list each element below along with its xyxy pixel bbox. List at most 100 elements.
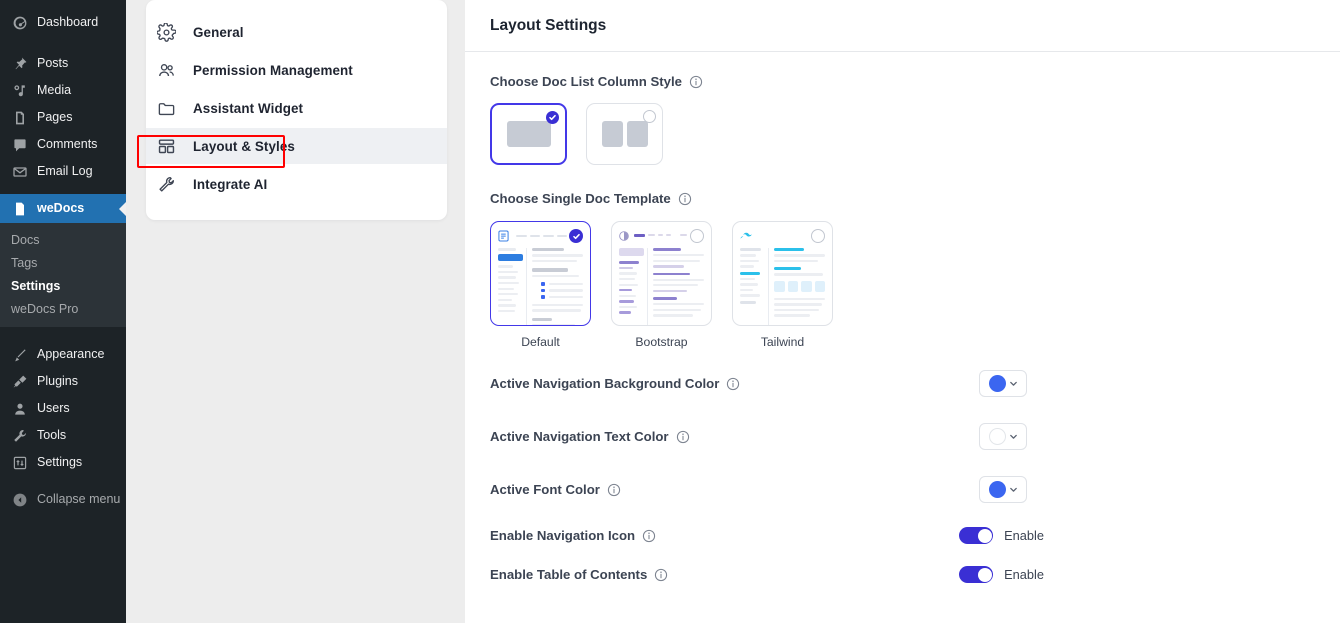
sidebar-item-label: Email Log — [37, 164, 93, 179]
submenu-item-docs[interactable]: Docs — [0, 228, 126, 251]
single-doc-template-options: Default Bootstrap Tailwind — [490, 221, 1340, 349]
sidebar-item-label: Appearance — [37, 347, 105, 362]
panel-header: Layout Settings — [465, 0, 1340, 52]
sidebar-item-integrate-ai[interactable]: Integrate AI — [146, 166, 447, 202]
sidebar-item-label: Plugins — [37, 374, 78, 389]
settings-icon — [11, 454, 28, 471]
toggle-state-label: Enable — [1004, 567, 1044, 582]
active-nav-text-color-label: Active Navigation Text Color — [490, 429, 979, 444]
appearance-icon — [11, 346, 28, 363]
admin-page: Dashboard Posts Media Pages Comments Ema… — [0, 0, 1340, 623]
template-name: Default — [521, 335, 560, 349]
doc-list-column-style-options — [490, 103, 1340, 165]
field-label-text: Enable Table of Contents — [490, 567, 648, 582]
media-icon — [11, 82, 28, 99]
column-style-option-double[interactable] — [586, 103, 663, 165]
dashboard-icon — [11, 14, 28, 31]
single-doc-template-label: Choose Single Doc Template — [490, 191, 1340, 206]
sidebar-item-label: Collapse menu — [37, 492, 121, 507]
submenu-label: weDocs Pro — [11, 301, 79, 316]
submenu-item-tags[interactable]: Tags — [0, 251, 126, 274]
folder-icon — [157, 99, 176, 118]
enable-navigation-icon-row: Enable Navigation Icon Enable — [490, 516, 1340, 555]
layout-settings-panel: Layout Settings Choose Doc List Column S… — [465, 0, 1340, 623]
sidebar-item-email-log[interactable]: Email Log — [0, 158, 126, 185]
enable-navigation-icon-toggle[interactable] — [959, 527, 994, 544]
sidebar-item-posts[interactable]: Posts — [0, 50, 126, 77]
sidebar-item-general[interactable]: General — [146, 14, 447, 50]
chevron-down-icon — [1009, 381, 1017, 386]
info-icon[interactable] — [607, 483, 621, 497]
selected-check-icon — [546, 111, 559, 124]
field-label-text: Enable Navigation Icon — [490, 528, 636, 543]
comments-icon — [11, 136, 28, 153]
doc-list-column-style-label: Choose Doc List Column Style — [490, 74, 1340, 89]
active-nav-text-color-row: Active Navigation Text Color — [490, 410, 1340, 463]
sidebar-item-label: Media — [37, 83, 72, 98]
info-icon[interactable] — [726, 377, 740, 391]
sidebar-item-label: Settings — [37, 455, 83, 470]
submenu-label: Tags — [11, 255, 38, 270]
wedocs-submenu: Docs Tags Settings weDocs Pro — [0, 223, 126, 327]
field-label-text: Choose Single Doc Template — [490, 191, 671, 206]
submenu-label: Docs — [11, 232, 40, 247]
enable-navigation-icon-control: Enable — [959, 527, 1044, 544]
sidebar-item-layout-and-styles[interactable]: Layout & Styles — [146, 128, 447, 164]
sidebar-item-label: Layout & Styles — [193, 138, 295, 154]
sidebar-item-dashboard[interactable]: Dashboard — [0, 9, 126, 36]
sidebar-item-label: Integrate AI — [193, 176, 268, 192]
chevron-down-icon — [1009, 487, 1017, 492]
active-nav-text-color-picker[interactable] — [979, 423, 1027, 450]
pin-icon — [11, 55, 28, 72]
page-title: Layout Settings — [490, 16, 607, 34]
sidebar-item-assistant-widget[interactable]: Assistant Widget — [146, 90, 447, 126]
sidebar-item-label: Assistant Widget — [193, 100, 304, 116]
template-option-default[interactable]: Default — [490, 221, 591, 349]
info-icon[interactable] — [678, 192, 692, 206]
template-name: Bootstrap — [635, 335, 688, 349]
submenu-item-settings[interactable]: Settings — [0, 274, 126, 297]
sidebar-item-tools[interactable]: Tools — [0, 422, 126, 449]
sidebar-item-label: Tools — [37, 428, 67, 443]
settings-nav-column: General Permission Management Assistant … — [126, 0, 465, 623]
field-label-text: Active Navigation Text Color — [490, 429, 669, 444]
toggle-knob — [977, 528, 992, 543]
sidebar-item-collapse-menu[interactable]: Collapse menu — [0, 486, 126, 513]
template-preview-tailwind — [732, 221, 833, 326]
column-style-option-single[interactable] — [490, 103, 567, 165]
template-option-bootstrap[interactable]: Bootstrap — [611, 221, 712, 349]
sidebar-item-wedocs[interactable]: weDocs — [0, 194, 126, 223]
enable-table-of-contents-row: Enable Table of Contents Enable — [490, 555, 1340, 594]
template-name: Tailwind — [760, 335, 805, 349]
toggle-knob — [977, 567, 992, 582]
active-nav-background-color-label: Active Navigation Background Color — [490, 376, 979, 391]
two-column-preview-right — [626, 121, 648, 147]
chevron-down-icon — [1009, 434, 1017, 439]
enable-table-of-contents-toggle[interactable] — [959, 566, 994, 583]
sidebar-item-label: Comments — [37, 137, 98, 152]
sidebar-item-settings[interactable]: Settings — [0, 449, 126, 476]
sidebar-item-media[interactable]: Media — [0, 77, 126, 104]
active-nav-background-color-picker[interactable] — [979, 370, 1027, 397]
template-preview-bootstrap — [611, 221, 712, 326]
info-icon[interactable] — [689, 75, 703, 89]
active-font-color-label: Active Font Color — [490, 482, 979, 497]
sidebar-item-label: General — [193, 24, 244, 40]
active-font-color-row: Active Font Color — [490, 463, 1340, 516]
active-font-color-picker[interactable] — [979, 476, 1027, 503]
tailwind-logo-icon — [740, 232, 752, 239]
sidebar-item-appearance[interactable]: Appearance — [0, 341, 126, 368]
tools-icon — [11, 427, 28, 444]
sidebar-item-plugins[interactable]: Plugins — [0, 368, 126, 395]
info-icon[interactable] — [676, 430, 690, 444]
info-icon[interactable] — [654, 568, 668, 582]
info-icon[interactable] — [642, 529, 656, 543]
sidebar-item-users[interactable]: Users — [0, 395, 126, 422]
doc-logo-icon — [498, 229, 509, 242]
sidebar-item-comments[interactable]: Comments — [0, 131, 126, 158]
sidebar-item-permission-management[interactable]: Permission Management — [146, 52, 447, 88]
sidebar-item-label: weDocs — [37, 201, 85, 216]
sidebar-item-pages[interactable]: Pages — [0, 104, 126, 131]
submenu-item-wedocs-pro[interactable]: weDocs Pro — [0, 297, 126, 320]
template-option-tailwind[interactable]: Tailwind — [732, 221, 833, 349]
